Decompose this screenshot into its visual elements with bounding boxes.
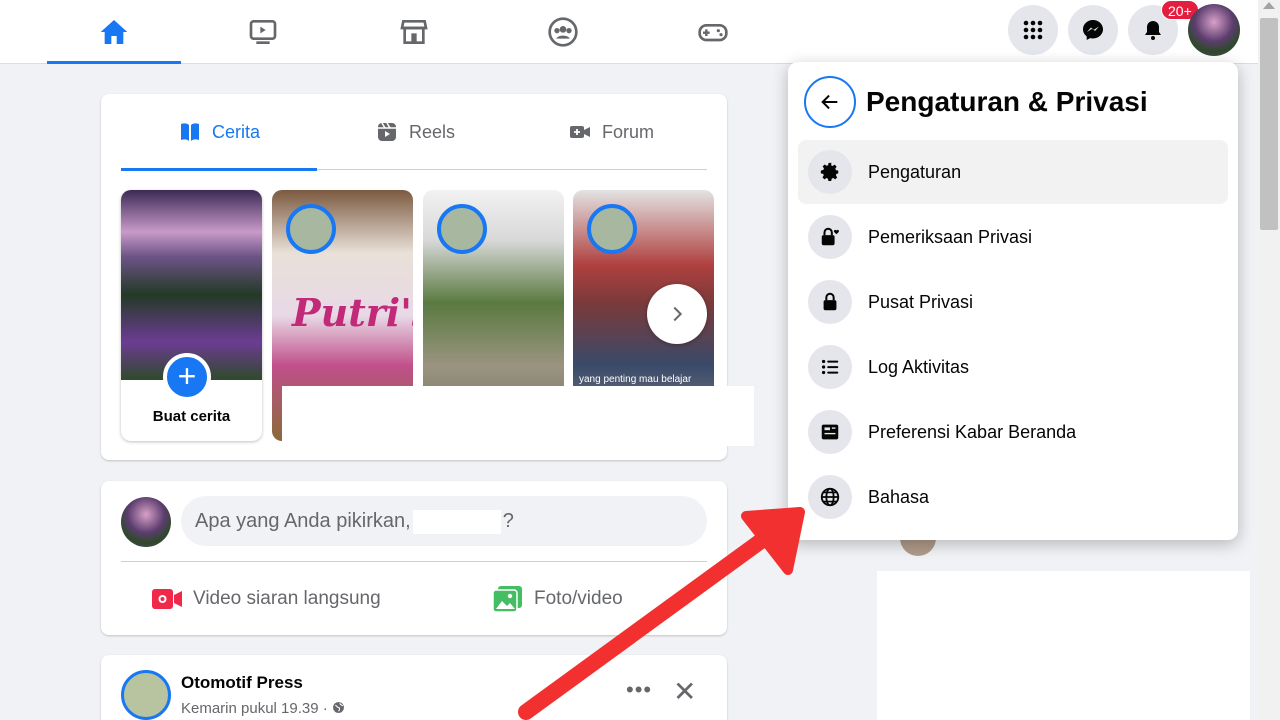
- menu-item-pusat-privasi[interactable]: Pusat Privasi: [798, 270, 1228, 334]
- account-avatar-button[interactable]: [1188, 4, 1240, 56]
- story-caption: yang penting mau belajar: [579, 374, 692, 385]
- globe-icon: [333, 702, 344, 713]
- reels-icon: [377, 122, 396, 141]
- live-video-icon: [152, 589, 182, 609]
- messenger-button[interactable]: [1068, 5, 1118, 55]
- bell-icon: [1145, 21, 1161, 40]
- story-text: Putri's: [292, 290, 413, 335]
- menu-item-label: Pengaturan: [868, 162, 962, 182]
- post-author-name[interactable]: Otomotif Press: [181, 673, 303, 693]
- redacted-name: [412, 509, 501, 534]
- post-timestamp[interactable]: Kemarin pukul 19.39 ·: [181, 700, 345, 717]
- story-avatar: [437, 204, 487, 254]
- stories-tabs: Cerita Reels Forum: [121, 94, 709, 171]
- menu-item-pemeriksaan-privasi[interactable]: Pemeriksaan Privasi: [798, 205, 1228, 269]
- chevron-right-icon: [673, 306, 683, 322]
- tab-forum[interactable]: Forum: [513, 94, 709, 170]
- menu-item-label: Preferensi Kabar Beranda: [868, 422, 1077, 442]
- book-icon: [180, 123, 199, 141]
- story-avatar: [587, 204, 637, 254]
- right-column-panel: [877, 571, 1250, 720]
- redacted-area: [282, 386, 754, 446]
- menu-item-log-aktivitas[interactable]: Log Aktivitas: [798, 335, 1228, 399]
- scrollbar-thumb[interactable]: [1260, 18, 1278, 230]
- top-navigation: 20+: [0, 0, 1258, 64]
- annotation-arrow-icon: [518, 507, 805, 720]
- menu-title: Pengaturan & Privasi: [866, 86, 1148, 117]
- menu-item-preferensi-kabar-beranda[interactable]: Preferensi Kabar Beranda: [798, 400, 1228, 464]
- menu-item-label: Pemeriksaan Privasi: [868, 227, 1033, 247]
- user-avatar: [121, 497, 171, 547]
- tab-label: Cerita: [211, 121, 260, 142]
- menu-item-label: Pusat Privasi: [868, 292, 974, 312]
- nav-gaming-tab[interactable]: [646, 0, 780, 64]
- story-cover-image: [121, 190, 262, 380]
- arrow-left-icon: [821, 94, 838, 110]
- gamepad-icon: [698, 24, 728, 42]
- menu-item-label: Log Aktivitas: [868, 357, 970, 377]
- groups-icon: [548, 17, 578, 47]
- gear-icon: [808, 150, 852, 194]
- create-story-tile[interactable]: + Buat cerita: [121, 190, 262, 441]
- scroll-up-arrow-icon[interactable]: [1263, 2, 1275, 9]
- story-avatar: [286, 204, 336, 254]
- action-label: Video siaran langsung: [193, 588, 381, 609]
- store-icon: [400, 20, 428, 44]
- create-story-label: Buat cerita: [152, 408, 231, 425]
- tab-label: Reels: [408, 121, 456, 142]
- menu-item-bahasa[interactable]: Bahasa: [798, 465, 1228, 529]
- nav-home-tab[interactable]: [47, 0, 181, 64]
- tab-reels[interactable]: Reels: [317, 94, 513, 170]
- video-camera-icon: [569, 126, 590, 138]
- lock-heart-icon: [808, 215, 852, 259]
- nav-watch-tab[interactable]: [196, 0, 330, 64]
- menu-item-label: Bahasa: [868, 487, 930, 507]
- stories-next-button[interactable]: [647, 284, 707, 344]
- feed-icon: [808, 410, 852, 454]
- nav-groups-tab[interactable]: [496, 0, 630, 64]
- page-scrollbar[interactable]: [1258, 0, 1280, 720]
- post-meta-text: Kemarin pukul 19.39 ·: [181, 700, 328, 717]
- nav-marketplace-tab[interactable]: [347, 0, 481, 64]
- back-button[interactable]: [804, 76, 856, 128]
- lock-icon: [808, 280, 852, 324]
- menu-item-pengaturan[interactable]: Pengaturan: [798, 140, 1228, 204]
- messenger-icon: [1083, 20, 1103, 40]
- grid-icon: [1023, 20, 1043, 40]
- post-author-avatar[interactable]: [121, 670, 171, 720]
- tab-cerita[interactable]: Cerita: [121, 94, 317, 171]
- add-story-plus-icon[interactable]: +: [163, 353, 211, 401]
- menu-grid-button[interactable]: [1008, 5, 1058, 55]
- list-icon: [808, 345, 852, 389]
- settings-privacy-dropdown: Pengaturan & Privasi Pengaturan Pemeriks…: [788, 62, 1238, 540]
- home-icon: [100, 20, 128, 44]
- tab-label: Forum: [601, 121, 654, 142]
- video-play-icon: [249, 20, 277, 44]
- composer-prompt: Apa yang Anda pikirkan,: [195, 510, 411, 532]
- live-video-button[interactable]: Video siaran langsung: [151, 577, 381, 621]
